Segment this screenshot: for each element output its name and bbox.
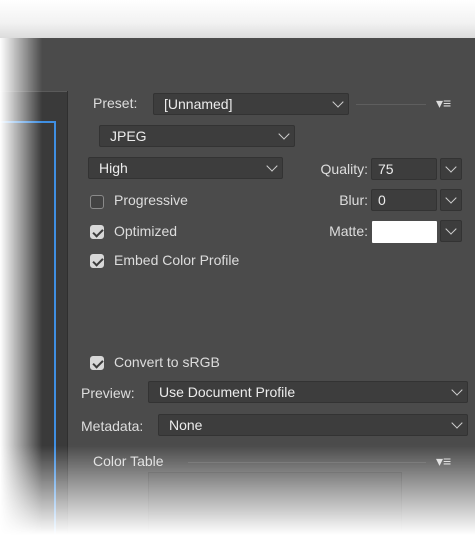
quality-input[interactable]: 75 [371, 158, 437, 180]
optimized-label: Optimized [114, 223, 178, 239]
blur-value: 0 [378, 192, 386, 208]
convert-srgb-label: Convert to sRGB [114, 354, 220, 370]
preview-profile-value: Use Document Profile [159, 384, 296, 400]
preset-divider [356, 104, 426, 105]
optimized-checkbox[interactable] [90, 225, 104, 239]
preview-divider [0, 91, 67, 92]
format-select[interactable]: JPEG [99, 125, 295, 147]
preset-value: [Unnamed] [164, 96, 233, 112]
blur-input[interactable]: 0 [371, 189, 437, 211]
matte-label: Matte: [329, 223, 368, 239]
progressive-label: Progressive [114, 192, 188, 208]
matte-color-swatch[interactable] [372, 221, 437, 243]
window-top-background [0, 0, 475, 38]
quality-slider-button[interactable] [440, 158, 462, 180]
preview-profile-select[interactable]: Use Document Profile [148, 381, 468, 403]
embed-color-profile-checkbox[interactable] [90, 254, 104, 268]
quality-value: 75 [378, 161, 394, 177]
panel-menu-icon[interactable]: ▾≡ [436, 95, 451, 112]
chevron-down-icon [445, 161, 457, 173]
chevron-down-icon [445, 223, 457, 235]
chevron-down-icon [266, 160, 278, 172]
chevron-down-icon [278, 128, 290, 140]
panel-separator [67, 91, 68, 535]
quality-level-select[interactable]: High [88, 157, 283, 179]
preset-select[interactable]: [Unnamed] [153, 93, 349, 115]
quality-label: Quality: [320, 161, 368, 177]
blur-label: Blur: [339, 192, 368, 208]
format-value: JPEG [110, 128, 147, 144]
metadata-label: Metadata: [81, 418, 144, 434]
metadata-value: None [169, 417, 203, 433]
blur-slider-button[interactable] [440, 189, 462, 211]
quality-level-value: High [99, 160, 128, 176]
embed-color-profile-label: Embed Color Profile [114, 252, 240, 268]
chevron-down-icon [445, 192, 457, 204]
preview-label: Preview: [81, 385, 135, 401]
progressive-checkbox[interactable] [90, 195, 104, 209]
convert-srgb-checkbox[interactable] [90, 356, 104, 370]
metadata-select[interactable]: None [158, 414, 468, 436]
save-for-web-panel: Preset: [Unnamed] ▾≡ JPEG High Quality: … [0, 38, 475, 543]
chevron-down-icon [451, 384, 463, 396]
preview-selection-frame [0, 121, 56, 543]
color-table-menu-icon[interactable]: ▾≡ [436, 453, 451, 470]
color-table-grid[interactable] [148, 472, 402, 542]
preset-label: Preset: [93, 95, 138, 111]
matte-dropdown-button[interactable] [440, 220, 462, 242]
chevron-down-icon [332, 96, 344, 108]
chevron-down-icon [451, 417, 463, 429]
color-table-divider [188, 462, 426, 463]
color-table-title: Color Table [93, 453, 164, 469]
